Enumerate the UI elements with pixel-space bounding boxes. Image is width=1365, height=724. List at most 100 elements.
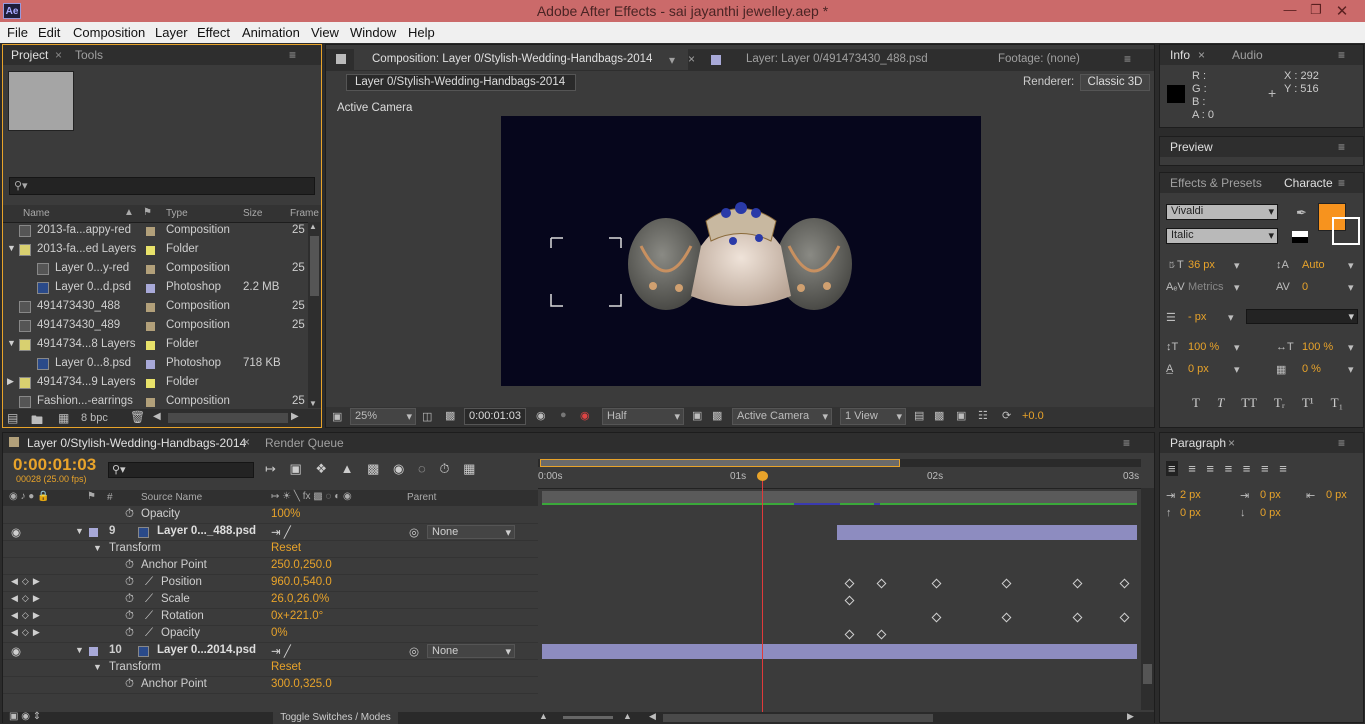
work-area-bar[interactable] — [538, 459, 1141, 467]
stopwatch-icon[interactable]: ⏱ — [125, 627, 134, 640]
transform-group-row[interactable]: ▼ Transform Reset — [3, 660, 538, 677]
footer-toggle-icons[interactable]: ▣ ◉ ⇕ — [9, 711, 41, 722]
property-row[interactable]: ⏱ ◀◇▶ ⟋ Rotation 0x+221.0° — [3, 609, 538, 626]
dropdown-icon[interactable]: ▾ — [1348, 363, 1354, 376]
project-item[interactable]: Fashion...-earrings Composition 25 — [3, 393, 307, 408]
tab-character[interactable]: Characte — [1284, 176, 1333, 190]
roi-icon[interactable]: ▣ — [692, 409, 702, 422]
keyframe-navigator[interactable]: ◀◇▶ — [11, 593, 44, 604]
keyframe-marker[interactable] — [844, 578, 855, 589]
col-size[interactable]: Size — [243, 208, 262, 219]
property-row[interactable]: ⏱ ◀◇▶ ⟋ Position 960.0,540.0 — [3, 575, 538, 592]
layer-name[interactable]: Layer 0...2014.psd — [157, 644, 256, 656]
stopwatch-icon[interactable]: ⏱ — [125, 678, 134, 691]
tab-layer[interactable]: Layer: Layer 0/491473430_488.psd — [746, 53, 928, 65]
reset-exposure-icon[interactable]: ⟳ — [1002, 409, 1011, 422]
label-color-swatch[interactable] — [146, 246, 155, 255]
property-value[interactable]: 300.0,325.0 — [271, 678, 332, 690]
current-time[interactable]: 0:00:01:03 — [13, 455, 96, 475]
disclosure-open-icon[interactable]: ▼ — [7, 243, 16, 253]
tab-footage[interactable]: Footage: (none) — [998, 53, 1080, 65]
keyframe-marker[interactable] — [876, 578, 887, 589]
project-item[interactable]: ▼ 4914734...8 Layers Folder — [3, 336, 307, 355]
new-composition-icon[interactable]: ▦ — [58, 411, 69, 425]
zoom-select[interactable]: 25% ▾ — [350, 408, 416, 425]
property-value[interactable]: 26.0,26.0% — [271, 593, 329, 605]
stroke-width-value[interactable]: - px — [1188, 311, 1206, 323]
pick-whip-icon[interactable]: ◎ — [409, 644, 419, 658]
panel-menu-icon[interactable]: ≡ — [289, 48, 296, 62]
tab-preview[interactable]: Preview — [1170, 140, 1213, 154]
dropdown-icon[interactable]: ▾ — [1234, 281, 1240, 294]
alignment-buttons[interactable]: ≡ ≡ ≡ ≡ ≡ ≡ ≡ — [1166, 461, 1361, 479]
close-tab-icon[interactable]: × — [1198, 48, 1205, 62]
project-item[interactable]: Layer 0...y-red Composition 25 — [3, 260, 307, 279]
dropdown-icon[interactable]: ▾ — [1348, 281, 1354, 294]
channel-icon[interactable]: ◉ — [580, 409, 590, 422]
stopwatch-icon[interactable]: ⏱ — [125, 610, 134, 623]
font-family-select[interactable]: Vivaldi ▾ — [1166, 204, 1278, 220]
minimize-icon[interactable]: — — [1277, 2, 1303, 20]
safe-area-icon[interactable]: ▩ — [445, 409, 455, 422]
menu-animation[interactable]: Animation — [242, 25, 300, 40]
label-color-swatch[interactable] — [146, 341, 155, 350]
view-camera-select[interactable]: Active Camera ▾ — [732, 408, 832, 425]
panel-menu-icon[interactable]: ≡ — [1338, 48, 1345, 62]
dropdown-icon[interactable]: ▾ — [1234, 363, 1240, 376]
disclosure-open-icon[interactable]: ▼ — [7, 338, 16, 348]
horizontal-scale-value[interactable]: 100 % — [1302, 341, 1333, 353]
source-name-header[interactable]: Source Name — [141, 492, 202, 503]
label-color-swatch[interactable] — [146, 379, 155, 388]
font-style-select[interactable]: Italic ▾ — [1166, 228, 1278, 244]
restore-icon[interactable]: ❐ — [1303, 2, 1329, 20]
horizontal-scrollbar[interactable] — [168, 413, 288, 423]
tab-tools[interactable]: Tools — [75, 48, 103, 62]
baseline-shift-value[interactable]: 0 px — [1188, 363, 1209, 375]
eye-icon[interactable]: ◉ — [11, 525, 21, 539]
menu-view[interactable]: View — [311, 25, 339, 40]
scroll-right-icon[interactable]: ▶ — [1127, 711, 1134, 722]
close-tab-icon[interactable]: × — [243, 435, 250, 449]
property-value[interactable]: 0% — [271, 627, 288, 639]
property-value[interactable]: Reset — [271, 542, 301, 554]
toggle-switches-modes-button[interactable]: Toggle Switches / Modes — [273, 712, 398, 724]
layer-name[interactable]: Layer 0..._488.psd — [157, 525, 256, 537]
stopwatch-icon[interactable]: ⏱ — [125, 508, 134, 521]
playhead-handle[interactable] — [756, 471, 768, 481]
breadcrumb[interactable]: Layer 0/Stylish-Wedding-Handbags-2014 — [346, 74, 576, 91]
keyframe-navigator[interactable]: ◀◇▶ — [11, 610, 44, 621]
keyframe-marker[interactable] — [844, 629, 855, 640]
layer-duration-bar[interactable] — [836, 525, 1137, 540]
interpret-footage-icon[interactable]: ▤ — [7, 411, 18, 425]
close-icon[interactable]: ✕ — [1329, 2, 1355, 20]
label-color-swatch[interactable] — [146, 360, 155, 369]
col-type[interactable]: Type — [166, 208, 188, 219]
close-tab-icon[interactable]: × — [55, 48, 62, 62]
keyframe-navigator[interactable]: ◀◇▶ — [11, 627, 44, 638]
indent-left-value[interactable]: 2 px — [1180, 489, 1201, 501]
label-color-swatch[interactable] — [146, 398, 155, 407]
keyframe-marker[interactable] — [1072, 578, 1083, 589]
menu-window[interactable]: Window — [350, 25, 396, 40]
indent-right-value[interactable]: 0 px — [1326, 489, 1347, 501]
property-row[interactable]: ⏱ Anchor Point 250.0,250.0 — [3, 558, 538, 575]
project-item[interactable]: 491473430_488 Composition 25 — [3, 298, 307, 317]
label-color-swatch[interactable] — [146, 322, 155, 331]
keyframe-marker[interactable] — [931, 612, 942, 623]
menu-effect[interactable]: Effect — [197, 25, 230, 40]
keyframe-marker[interactable] — [844, 595, 855, 606]
new-folder-icon[interactable]: 🖿 — [31, 411, 43, 432]
tab-project[interactable]: Project — [11, 48, 48, 62]
property-value[interactable]: 100% — [271, 508, 300, 520]
menu-help[interactable]: Help — [408, 25, 435, 40]
disclosure-open-icon[interactable]: ▼ — [75, 645, 84, 655]
dropdown-icon[interactable]: ▾ — [1234, 341, 1240, 354]
dropdown-icon[interactable]: ▾ — [1348, 341, 1354, 354]
font-size-value[interactable]: 36 px — [1188, 259, 1215, 271]
close-tab-icon[interactable]: × — [688, 52, 695, 66]
exposure-value[interactable]: +0.0 — [1022, 410, 1044, 422]
eyedropper-icon[interactable]: ✒ — [1296, 205, 1307, 221]
col-frame[interactable]: Frame — [290, 208, 319, 219]
region-icon[interactable]: ◫ — [422, 410, 432, 423]
keyframe-marker[interactable] — [1119, 578, 1130, 589]
